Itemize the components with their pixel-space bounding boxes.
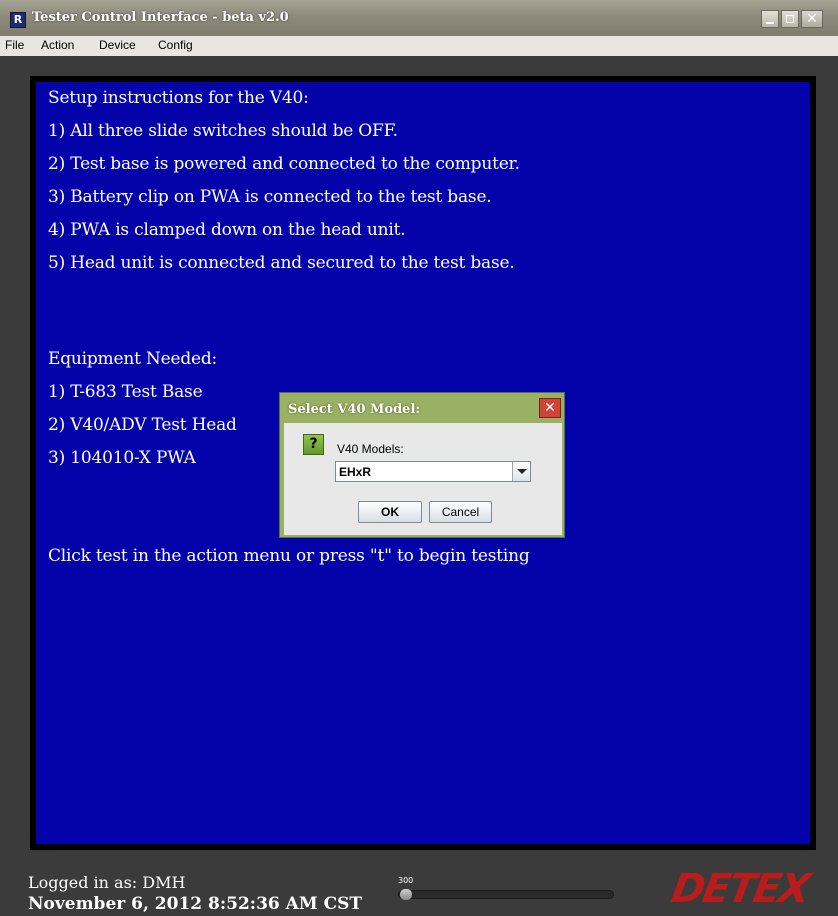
begin-testing-prompt: Click test in the action menu or press "… [48,546,530,566]
setup-step-3: 3) Battery clip on PWA is connected to t… [48,187,492,207]
model-select[interactable]: EHxR [335,461,531,482]
equipment-heading: Equipment Needed: [48,349,218,369]
cancel-button[interactable]: Cancel [429,501,492,523]
dialog-title: Select V40 Model: [288,402,421,417]
equipment-item-2: 2) V40/ADV Test Head [48,415,237,435]
slider-handle[interactable] [400,889,412,900]
window-title: Tester Control Interface - beta v2.0 [32,10,289,25]
title-bar[interactable]: R Tester Control Interface - beta v2.0 ✕ [0,0,838,36]
status-datetime: November 6, 2012 8:52:36 AM CST [28,894,363,914]
close-window-button[interactable]: ✕ [801,10,823,28]
detex-logo: DETEX [667,866,813,912]
setup-step-4: 4) PWA is clamped down on the head unit. [48,220,406,240]
chevron-down-icon[interactable] [512,462,530,481]
setup-heading: Setup instructions for the V40: [48,88,309,108]
models-label: V40 Models: [337,442,404,456]
slider-track[interactable] [398,890,614,899]
menu-device[interactable]: Device [99,38,136,52]
logged-in-user: Logged in as: DMH [28,873,186,892]
menu-config[interactable]: Config [158,38,193,52]
menu-action[interactable]: Action [41,38,74,52]
dialog-close-button[interactable]: ✕ [539,398,561,418]
maximize-button[interactable] [781,10,799,28]
app-window: R Tester Control Interface - beta v2.0 ✕… [0,0,838,916]
minimize-button[interactable] [761,10,779,28]
setup-step-2: 2) Test base is powered and connected to… [48,154,520,174]
setup-step-1: 1) All three slide switches should be OF… [48,121,398,141]
dialog-body: ? V40 Models: EHxR OK Cancel [284,423,562,535]
equipment-item-1: 1) T-683 Test Base [48,382,203,402]
app-icon: R [10,12,26,28]
menu-file[interactable]: File [5,38,24,52]
setup-step-5: 5) Head unit is connected and secured to… [48,253,515,273]
menu-bar: File Action Device Config [0,36,838,56]
ok-button[interactable]: OK [358,501,422,523]
model-select-value: EHxR [339,465,372,479]
question-icon: ? [303,434,324,455]
equipment-item-3: 3) 104010-X PWA [48,448,196,468]
select-model-dialog: Select V40 Model: ✕ ? V40 Models: EHxR O… [279,392,565,538]
slider-value-label: 300 [398,876,414,885]
